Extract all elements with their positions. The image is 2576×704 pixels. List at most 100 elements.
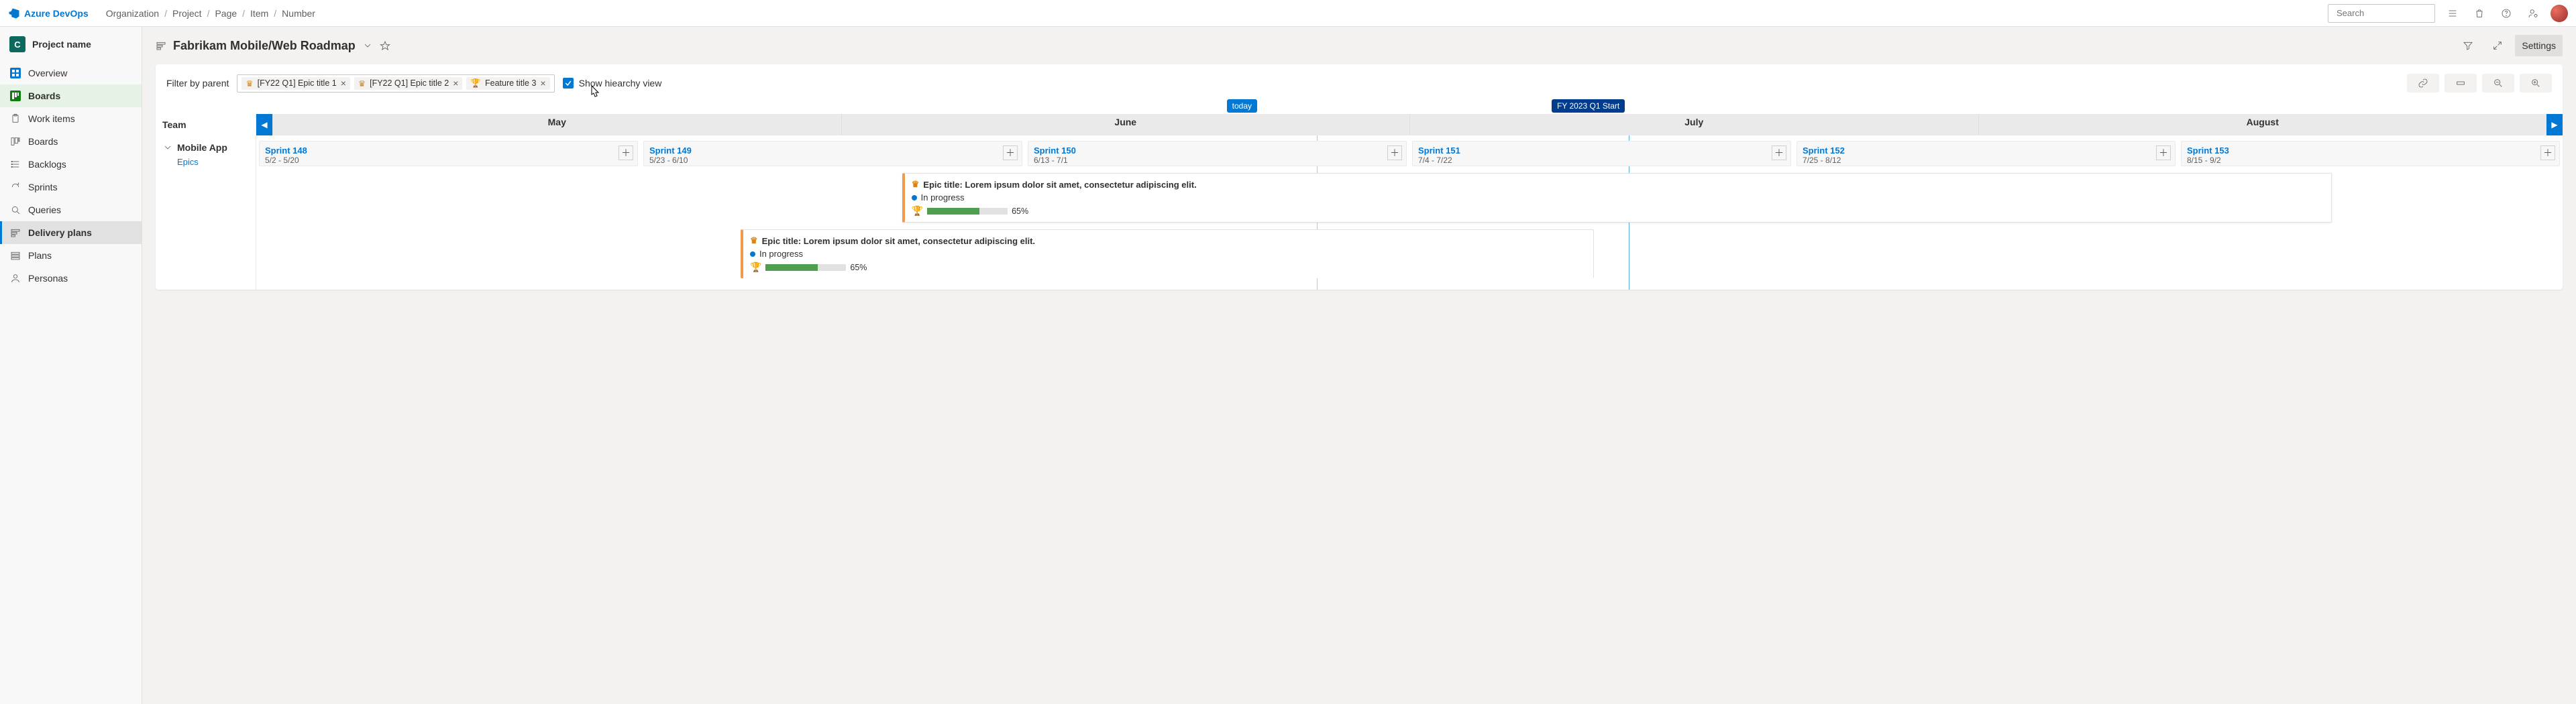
add-item-button[interactable]: ＋ [1772,145,1786,160]
sprint-icon [9,182,21,192]
filter-chip[interactable]: 🏆 Feature title 3 × [466,77,549,90]
add-item-button[interactable]: ＋ [619,145,633,160]
sprint-area: Sprint 1485/2 - 5/20＋ Sprint 1495/23 - 6… [256,135,2563,290]
sprint-cell[interactable]: Sprint 1517/4 - 7/22＋ [1412,141,1791,166]
checkbox-checked-icon[interactable] [563,78,574,89]
row-icon [2455,78,2466,89]
avatar[interactable] [2551,5,2568,22]
topbar-right [2328,4,2568,23]
search-box[interactable] [2328,4,2435,23]
group-toggle[interactable]: Mobile App [162,142,249,153]
chip-remove[interactable]: × [341,78,346,88]
sidebar: C Project name Overview Boards Work item… [0,27,142,704]
azure-devops-icon [8,7,20,19]
fy-marker: FY 2023 Q1 Start [1552,99,1625,113]
plan-icon [9,227,21,238]
progress-bar [765,264,846,271]
overview-icon [10,68,21,78]
nav-backlogs[interactable]: Backlogs [0,153,142,176]
link-button[interactable] [2407,74,2439,93]
sprint-cell[interactable]: Sprint 1538/15 - 9/2＋ [2181,141,2560,166]
persona-icon [9,273,21,284]
expand-icon [2492,40,2503,51]
nav-boards[interactable]: Boards [0,84,142,107]
crumb[interactable]: Organization [106,8,159,19]
team-column-header: Team [156,114,256,135]
nav-delivery-plans[interactable]: Delivery plans [0,221,142,244]
filter-chip[interactable]: ♛ [FY22 Q1] Epic title 2 × [354,77,463,90]
filter-label: Filter by parent [166,78,229,89]
zoom-out-button[interactable] [2482,74,2514,93]
sprint-cell[interactable]: Sprint 1506/13 - 7/1＋ [1028,141,1407,166]
topbar: Azure DevOps Organization/ Project/ Page… [0,0,2576,27]
funnel-icon [2463,40,2473,51]
epic-card[interactable]: ♛Epic title: Lorem ipsum dolor sit amet,… [741,229,1594,278]
nav-overview[interactable]: Overview [0,62,142,84]
filter-row: Filter by parent ♛ [FY22 Q1] Epic title … [156,64,2563,99]
star-icon[interactable] [380,40,390,51]
nav-personas[interactable]: Personas [0,267,142,290]
add-item-button[interactable]: ＋ [1387,145,1402,160]
zoom-in-icon [2530,78,2541,89]
crown-icon: ♛ [750,235,758,246]
list-icon[interactable] [2443,4,2462,23]
crown-icon: ♛ [912,179,920,190]
project-badge: C [9,36,25,52]
add-item-button[interactable]: ＋ [2156,145,2171,160]
logo[interactable]: Azure DevOps [8,7,89,19]
epic-card[interactable]: ♛Epic title: Lorem ipsum dolor sit amet,… [902,173,2332,223]
nav-plans[interactable]: Plans [0,244,142,267]
project-name: Project name [32,39,91,50]
filter-button[interactable] [2456,35,2480,56]
plan-body: Mobile App Epics Sprint 1485/2 - 5/20＋ S… [156,135,2563,290]
link-icon [2418,78,2428,89]
scroll-right-button[interactable]: ▶ [2546,114,2563,135]
today-marker: today [1227,99,1257,113]
month-header: July [1409,114,1978,135]
user-settings-icon[interactable] [2524,4,2542,23]
scroll-left-button[interactable]: ◀ [256,114,272,135]
compact-button[interactable] [2445,74,2477,93]
add-item-button[interactable]: ＋ [2540,145,2555,160]
nav-sprints[interactable]: Sprints [0,176,142,198]
chip-remove[interactable]: × [540,78,545,88]
chip-remove[interactable]: × [453,78,458,88]
group-sub[interactable]: Epics [162,157,249,167]
fullscreen-button[interactable] [2485,35,2510,56]
chevron-down-icon[interactable] [362,40,373,51]
breadcrumb: Organization/ Project/ Page/ Item/ Numbe… [106,8,315,19]
month-header: June [841,114,1410,135]
crumb[interactable]: Number [282,8,315,19]
crumb[interactable]: Project [172,8,202,19]
filter-chip[interactable]: ♛ [FY22 Q1] Epic title 1 × [241,77,350,90]
shopping-bag-icon[interactable] [2470,4,2489,23]
crumb[interactable]: Page [215,8,237,19]
page-header: Fabrikam Mobile/Web Roadmap Settings [156,27,2563,64]
hierarchy-toggle[interactable]: Show hiearchy view [563,78,662,89]
crown-icon: ♛ [246,78,253,89]
clipboard-icon [9,113,21,124]
status-dot-icon [912,195,917,200]
sprint-cell[interactable]: Sprint 1485/2 - 5/20＋ [259,141,638,166]
project-header[interactable]: C Project name [0,27,142,62]
timeline-markers: today FY 2023 Q1 Start [156,99,2563,114]
boards-icon [10,91,21,101]
filter-chip-input[interactable]: ♛ [FY22 Q1] Epic title 1 × ♛ [FY22 Q1] E… [237,74,554,93]
search-input[interactable] [2337,8,2455,18]
nav-boards-sub[interactable]: Boards [0,130,142,153]
crumb[interactable]: Item [250,8,268,19]
crown-icon: ♛ [358,78,366,89]
zoom-in-button[interactable] [2520,74,2552,93]
nav-work-items[interactable]: Work items [0,107,142,130]
plans-icon [9,250,21,261]
help-icon[interactable] [2497,4,2516,23]
nav-queries[interactable]: Queries [0,198,142,221]
sprint-cell[interactable]: Sprint 1527/25 - 8/12＋ [1796,141,2176,166]
page-title: Fabrikam Mobile/Web Roadmap [173,39,390,53]
board-icon [9,136,21,147]
settings-button[interactable]: Settings [2515,35,2563,56]
sprint-cell[interactable]: Sprint 1495/23 - 6/10＋ [643,141,1022,166]
row-header: Mobile App Epics [156,135,256,290]
add-item-button[interactable]: ＋ [1003,145,1018,160]
nav: Overview Boards Work items Boards Backlo… [0,62,142,290]
